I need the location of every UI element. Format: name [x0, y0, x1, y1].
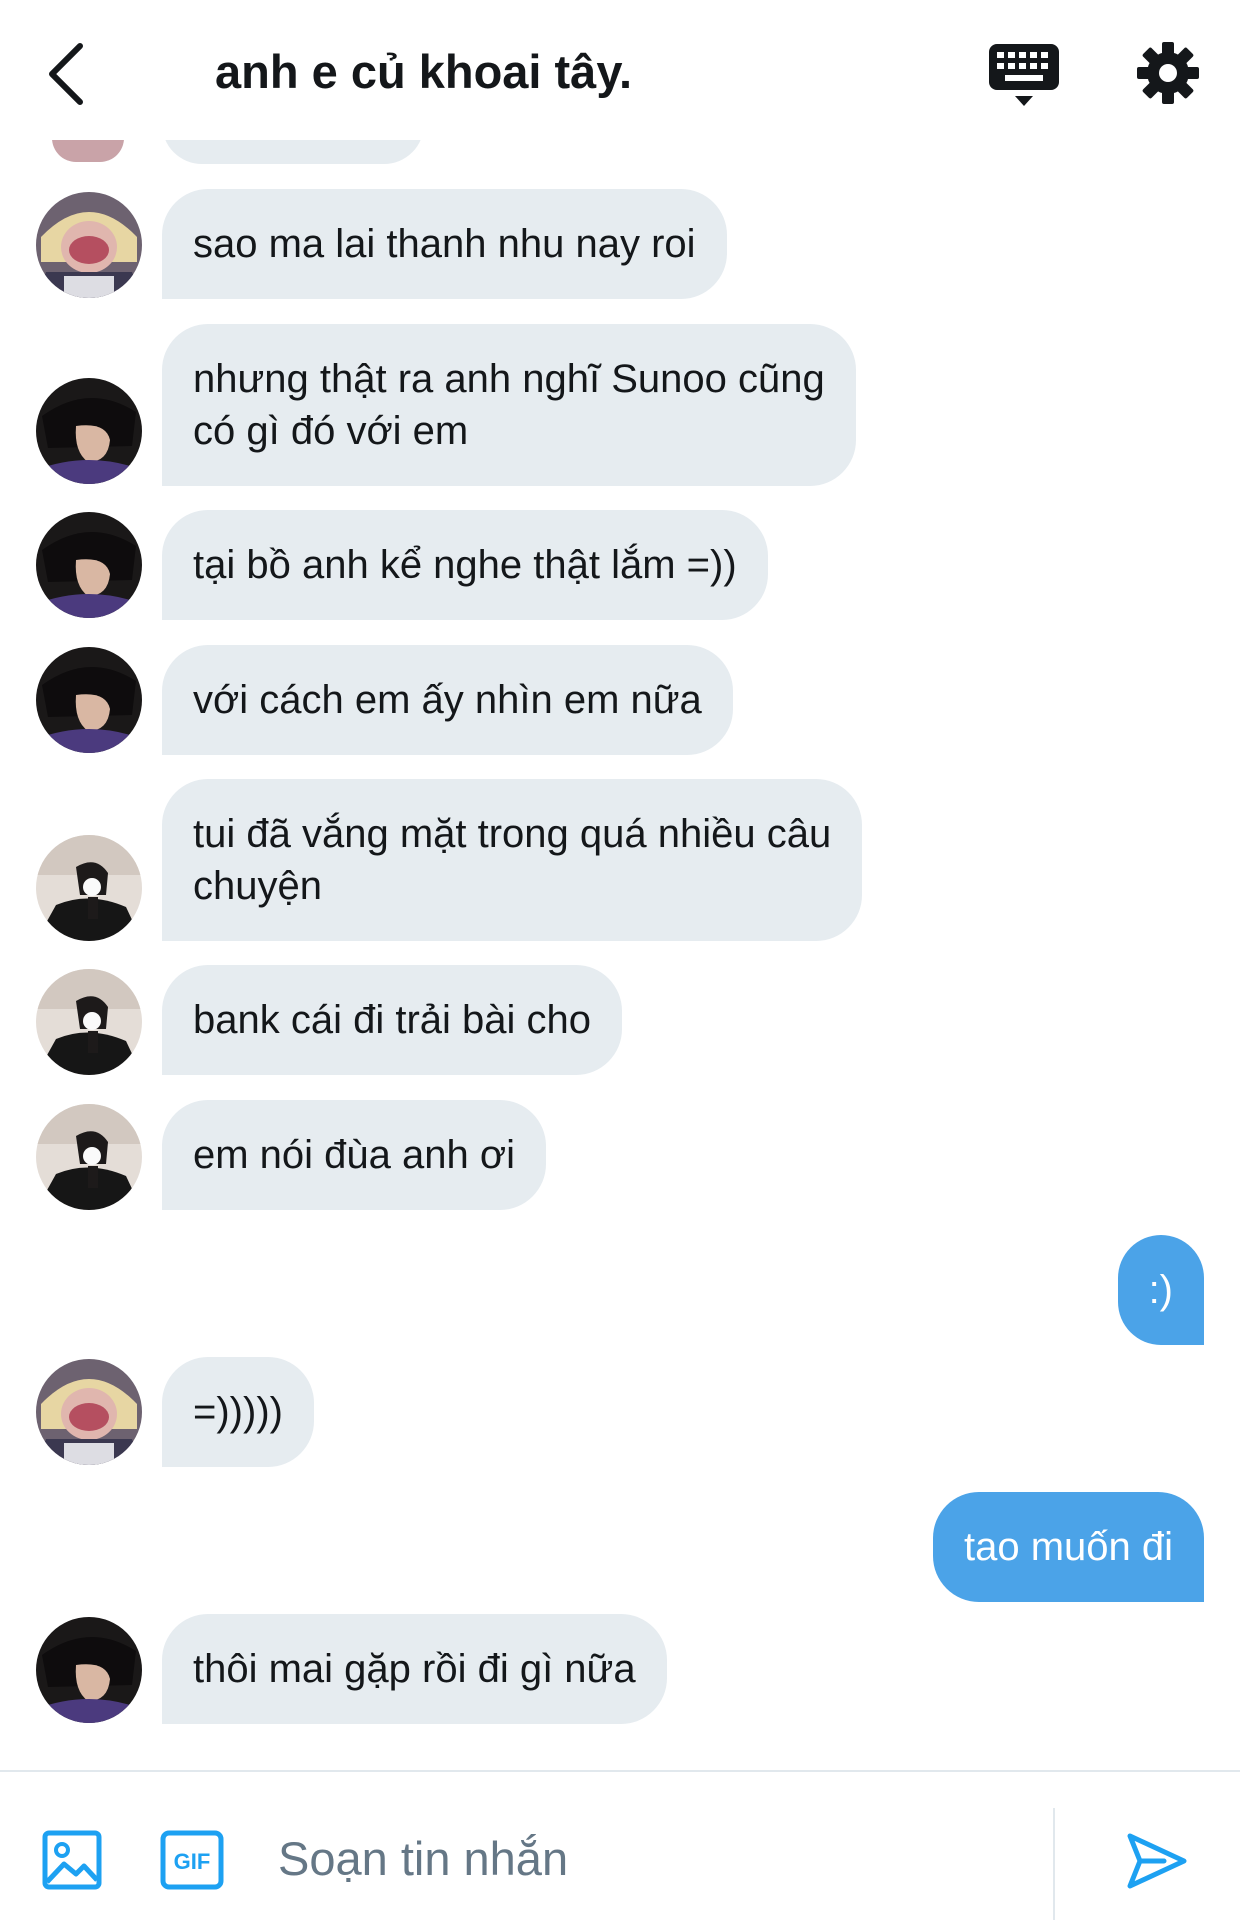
add-gif-button[interactable]: GIF: [160, 1830, 224, 1890]
sent-message-bubble[interactable]: tao muốn đi: [932, 1492, 1204, 1602]
received-message-bubble[interactable]: em nói đùa anh ơi: [162, 1100, 546, 1210]
received-message-bubble[interactable]: thôi mai gặp rồi đi gì nữa: [162, 1614, 667, 1724]
received-message-bubble[interactable]: sao ma lai thanh nhu nay roi: [162, 189, 727, 299]
gear-icon: [1137, 42, 1199, 104]
mirror-selfie-avatar[interactable]: [36, 1104, 142, 1210]
received-message-bubble[interactable]: bank cái đi trải bài cho: [162, 965, 623, 1075]
received-message-bubble[interactable]: =))))): [162, 1357, 314, 1467]
dark-hair-avatar[interactable]: [36, 512, 142, 618]
send-icon: [1127, 1833, 1187, 1889]
back-button[interactable]: [40, 38, 100, 110]
blonde-avatar[interactable]: [36, 192, 142, 298]
send-button[interactable]: [1124, 1828, 1190, 1894]
dark-hair-avatar[interactable]: [36, 647, 142, 753]
gif-icon: GIF: [160, 1830, 224, 1890]
blonde-avatar[interactable]: [36, 1359, 142, 1465]
keyboard-shortcuts-button[interactable]: [985, 40, 1063, 108]
received-message-bubble[interactable]: với cách em ấy nhìn em nữa: [162, 645, 733, 755]
conversation-title: anh e củ khoai tây.: [215, 45, 633, 98]
received-message-bubble[interactable]: tại bồ anh kể nghe thật lắm =)): [162, 510, 768, 620]
gif-label: GIF: [174, 1849, 211, 1874]
image-icon: [42, 1830, 102, 1890]
dark-hair-avatar[interactable]: [36, 1617, 142, 1723]
received-message-bubble[interactable]: tui đã vắng mặt trong quá nhiều câu chuy…: [162, 779, 863, 941]
message-composer: GIF: [0, 1770, 1240, 1922]
chevron-left-icon: [49, 43, 83, 105]
mirror-selfie-avatar[interactable]: [36, 835, 142, 941]
conversation-header: anh e củ khoai tây.: [0, 0, 1240, 140]
settings-button[interactable]: [1135, 40, 1201, 106]
message-list[interactable]: sao ma lai thanh nhu nay roi nhưng thật …: [0, 0, 1240, 1770]
message-input[interactable]: [276, 1812, 1020, 1904]
received-message-bubble[interactable]: nhưng thật ra anh nghĩ Sunoo cũng có gì …: [162, 324, 856, 486]
keyboard-icon: [989, 44, 1059, 106]
mirror-selfie-avatar[interactable]: [36, 969, 142, 1075]
composer-divider: [1053, 1808, 1055, 1920]
add-photo-button[interactable]: [42, 1830, 102, 1890]
sent-message-bubble[interactable]: :): [1117, 1235, 1204, 1345]
partial-avatar: [52, 138, 124, 162]
dark-hair-avatar[interactable]: [36, 378, 142, 484]
